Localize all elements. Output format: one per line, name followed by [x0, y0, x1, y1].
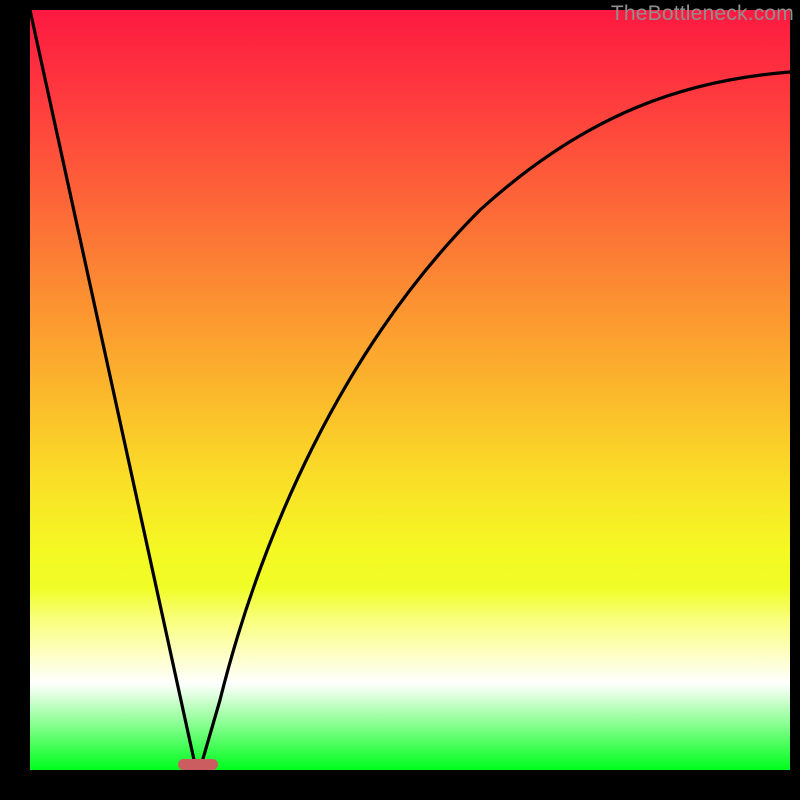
chart-frame: TheBottleneck.com — [0, 0, 800, 800]
optimal-marker — [178, 759, 218, 770]
plot-area — [30, 10, 790, 770]
watermark-text: TheBottleneck.com — [611, 2, 794, 26]
curve-path — [30, 10, 790, 769]
bottleneck-curve — [30, 10, 790, 770]
